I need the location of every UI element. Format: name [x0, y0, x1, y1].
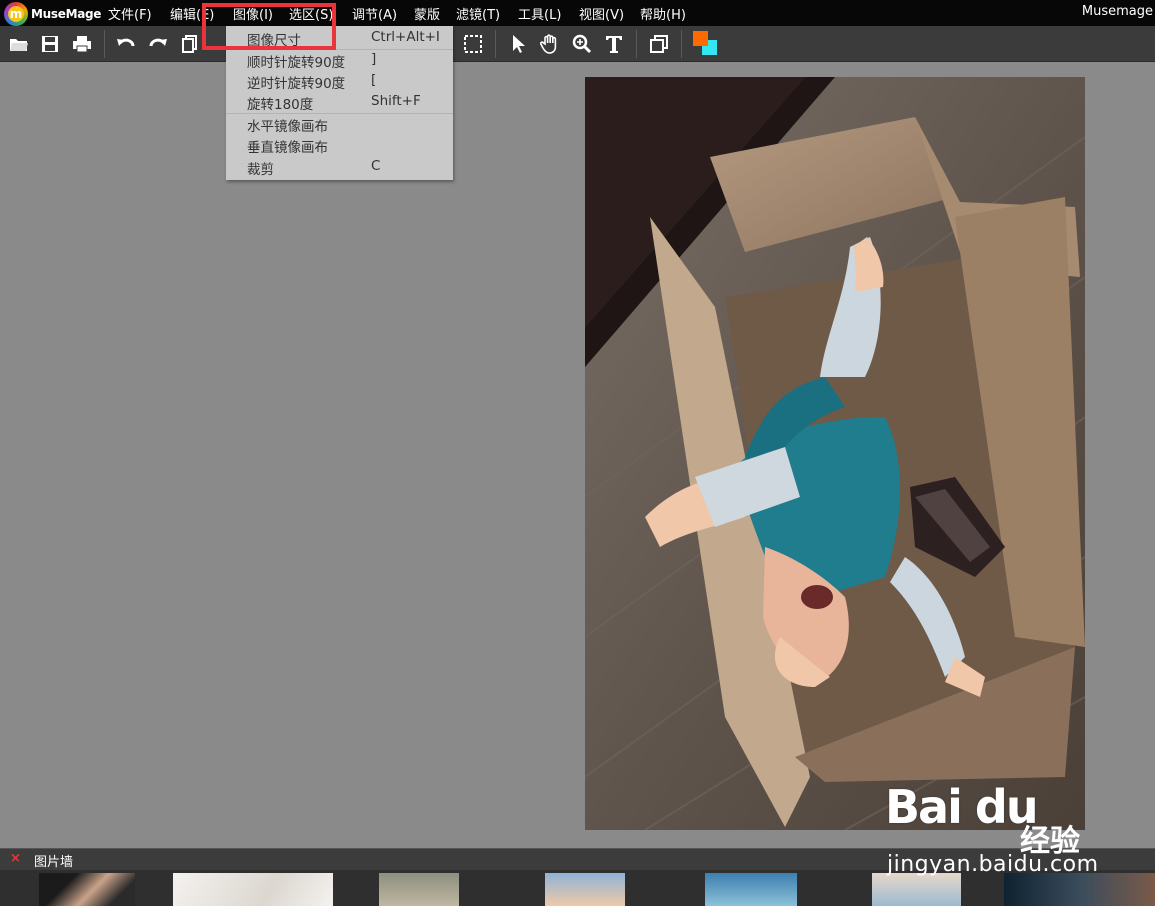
thumbnail[interactable]: [173, 873, 333, 906]
menu-item-rotate-cw-90[interactable]: 顺时针旋转90度 ]: [226, 49, 453, 71]
layers-icon[interactable]: [648, 33, 670, 55]
window-title: Musemage: [1081, 4, 1153, 19]
menu-item-label: 垂直镜像画布: [247, 140, 328, 156]
menu-mask[interactable]: 蒙版: [414, 4, 440, 23]
menu-item-rotate-180[interactable]: 旋转180度 Shift+F: [226, 91, 453, 113]
canvas-area[interactable]: [0, 62, 1155, 848]
redo-icon[interactable]: [147, 33, 169, 55]
pointer-icon[interactable]: [506, 33, 528, 55]
close-icon[interactable]: ×: [10, 851, 21, 866]
rect-select-icon[interactable]: [462, 33, 484, 55]
undo-icon[interactable]: [115, 33, 137, 55]
thumbnail[interactable]: [705, 873, 797, 906]
menu-item-label: 水平镜像画布: [247, 119, 328, 135]
toolbar-separator: [636, 30, 637, 58]
menu-file[interactable]: 文件(F): [108, 4, 152, 23]
app-logo: m MuseMage: [4, 2, 101, 26]
menu-item-shortcut: C: [371, 158, 381, 174]
toolbar-separator: [104, 30, 105, 58]
foreground-color-swatch[interactable]: [693, 31, 708, 46]
menu-item-shortcut: Shift+F: [371, 93, 421, 109]
watermark-url: jingyan.baidu.com: [887, 852, 1099, 877]
menu-bar: m MuseMage 文件(F) 编辑(E) 图像(I) 选区(S) 调节(A)…: [0, 0, 1155, 26]
menu-view[interactable]: 视图(V): [579, 4, 624, 23]
photo-wall-title: 图片墙: [34, 855, 74, 870]
text-tool-icon[interactable]: [603, 33, 625, 55]
toolbar-separator: [681, 30, 682, 58]
menu-filter[interactable]: 滤镜(T): [456, 4, 500, 23]
baidu-jingyan-watermark: Bai du 经验 jingyan.baidu.com: [885, 780, 1105, 880]
menu-item-crop[interactable]: 裁剪 C: [226, 156, 453, 178]
toolbar: [0, 26, 1155, 62]
open-folder-icon[interactable]: [8, 33, 30, 55]
photo-illustration: [585, 77, 1085, 830]
zoom-icon[interactable]: [571, 33, 593, 55]
menu-item-label: 逆时针旋转90度: [247, 76, 346, 92]
menu-item-label: 旋转180度: [247, 97, 314, 113]
menu-item-shortcut: Ctrl+Alt+I: [371, 29, 440, 45]
baidu-logo: Bai du: [885, 780, 1039, 834]
menu-item-label: 裁剪: [247, 162, 274, 178]
menu-item-rotate-ccw-90[interactable]: 逆时针旋转90度 [: [226, 70, 453, 92]
photo-image[interactable]: [585, 77, 1085, 830]
brand-name: MuseMage: [31, 7, 102, 21]
thumbnail[interactable]: [39, 873, 135, 906]
menu-item-flip-horizontal[interactable]: 水平镜像画布: [226, 113, 453, 135]
print-icon[interactable]: [71, 33, 93, 55]
copy-icon[interactable]: [179, 33, 201, 55]
menu-item-label: 顺时针旋转90度: [247, 55, 346, 71]
menu-item-flip-vertical[interactable]: 垂直镜像画布: [226, 134, 453, 156]
menu-tools[interactable]: 工具(L): [518, 4, 561, 23]
musemage-logo-icon: m: [4, 2, 28, 26]
menu-adjust[interactable]: 调节(A): [352, 4, 397, 23]
toolbar-separator: [495, 30, 496, 58]
color-swatch-icon[interactable]: [692, 30, 720, 58]
menu-item-shortcut: [: [371, 72, 377, 88]
menu-item-shortcut: ]: [371, 51, 377, 67]
logo-letter: m: [8, 6, 24, 22]
hand-icon[interactable]: [539, 33, 561, 55]
thumbnail[interactable]: [379, 873, 459, 906]
thumbnail[interactable]: [545, 873, 625, 906]
save-icon[interactable]: [39, 33, 61, 55]
highlight-annotation-box: [202, 3, 336, 50]
menu-help[interactable]: 帮助(H): [640, 4, 686, 23]
